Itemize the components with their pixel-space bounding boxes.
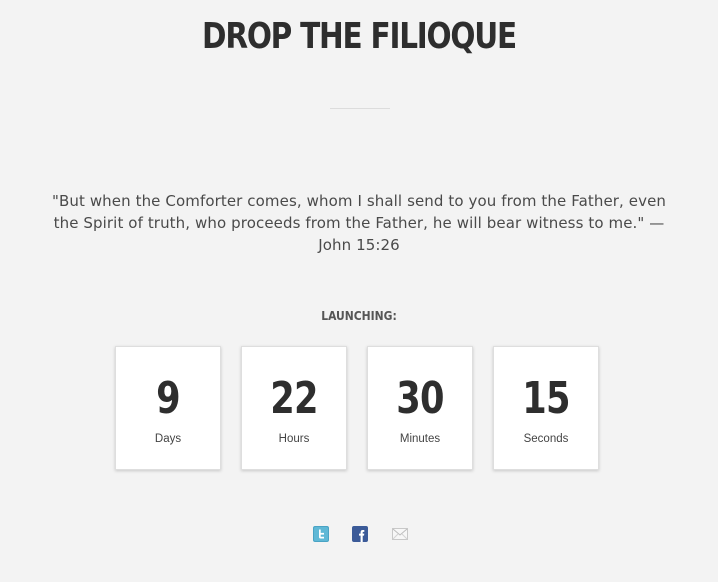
countdown-timer: 9 Days 22 Hours 30 Minutes 15 Seconds [114, 346, 604, 472]
countdown-hours-value: 22 [270, 373, 318, 424]
countdown-minutes-label: Minutes [399, 433, 441, 445]
bible-quote: "But when the Comforter comes, whom I sh… [51, 192, 667, 254]
countdown-seconds-value: 15 [522, 373, 570, 424]
title-divider [330, 108, 390, 109]
launching-heading: LAUNCHING: [321, 308, 397, 323]
countdown-hours-label: Hours [278, 433, 310, 445]
countdown-minutes: 30 Minutes [367, 346, 473, 470]
countdown-seconds-label: Seconds [523, 433, 569, 445]
email-icon[interactable] [392, 526, 408, 542]
countdown-days-label: Days [154, 433, 182, 445]
countdown-minutes-value: 30 [396, 373, 444, 424]
countdown-hours: 22 Hours [241, 346, 347, 470]
twitter-icon[interactable] [313, 526, 329, 542]
countdown-days: 9 Days [115, 346, 221, 470]
countdown-seconds: 15 Seconds [493, 346, 599, 470]
facebook-icon[interactable] [352, 526, 368, 542]
social-links [312, 526, 412, 544]
countdown-days-value: 9 [156, 373, 181, 424]
page-title: DROP THE FILIOQUE [202, 16, 517, 57]
